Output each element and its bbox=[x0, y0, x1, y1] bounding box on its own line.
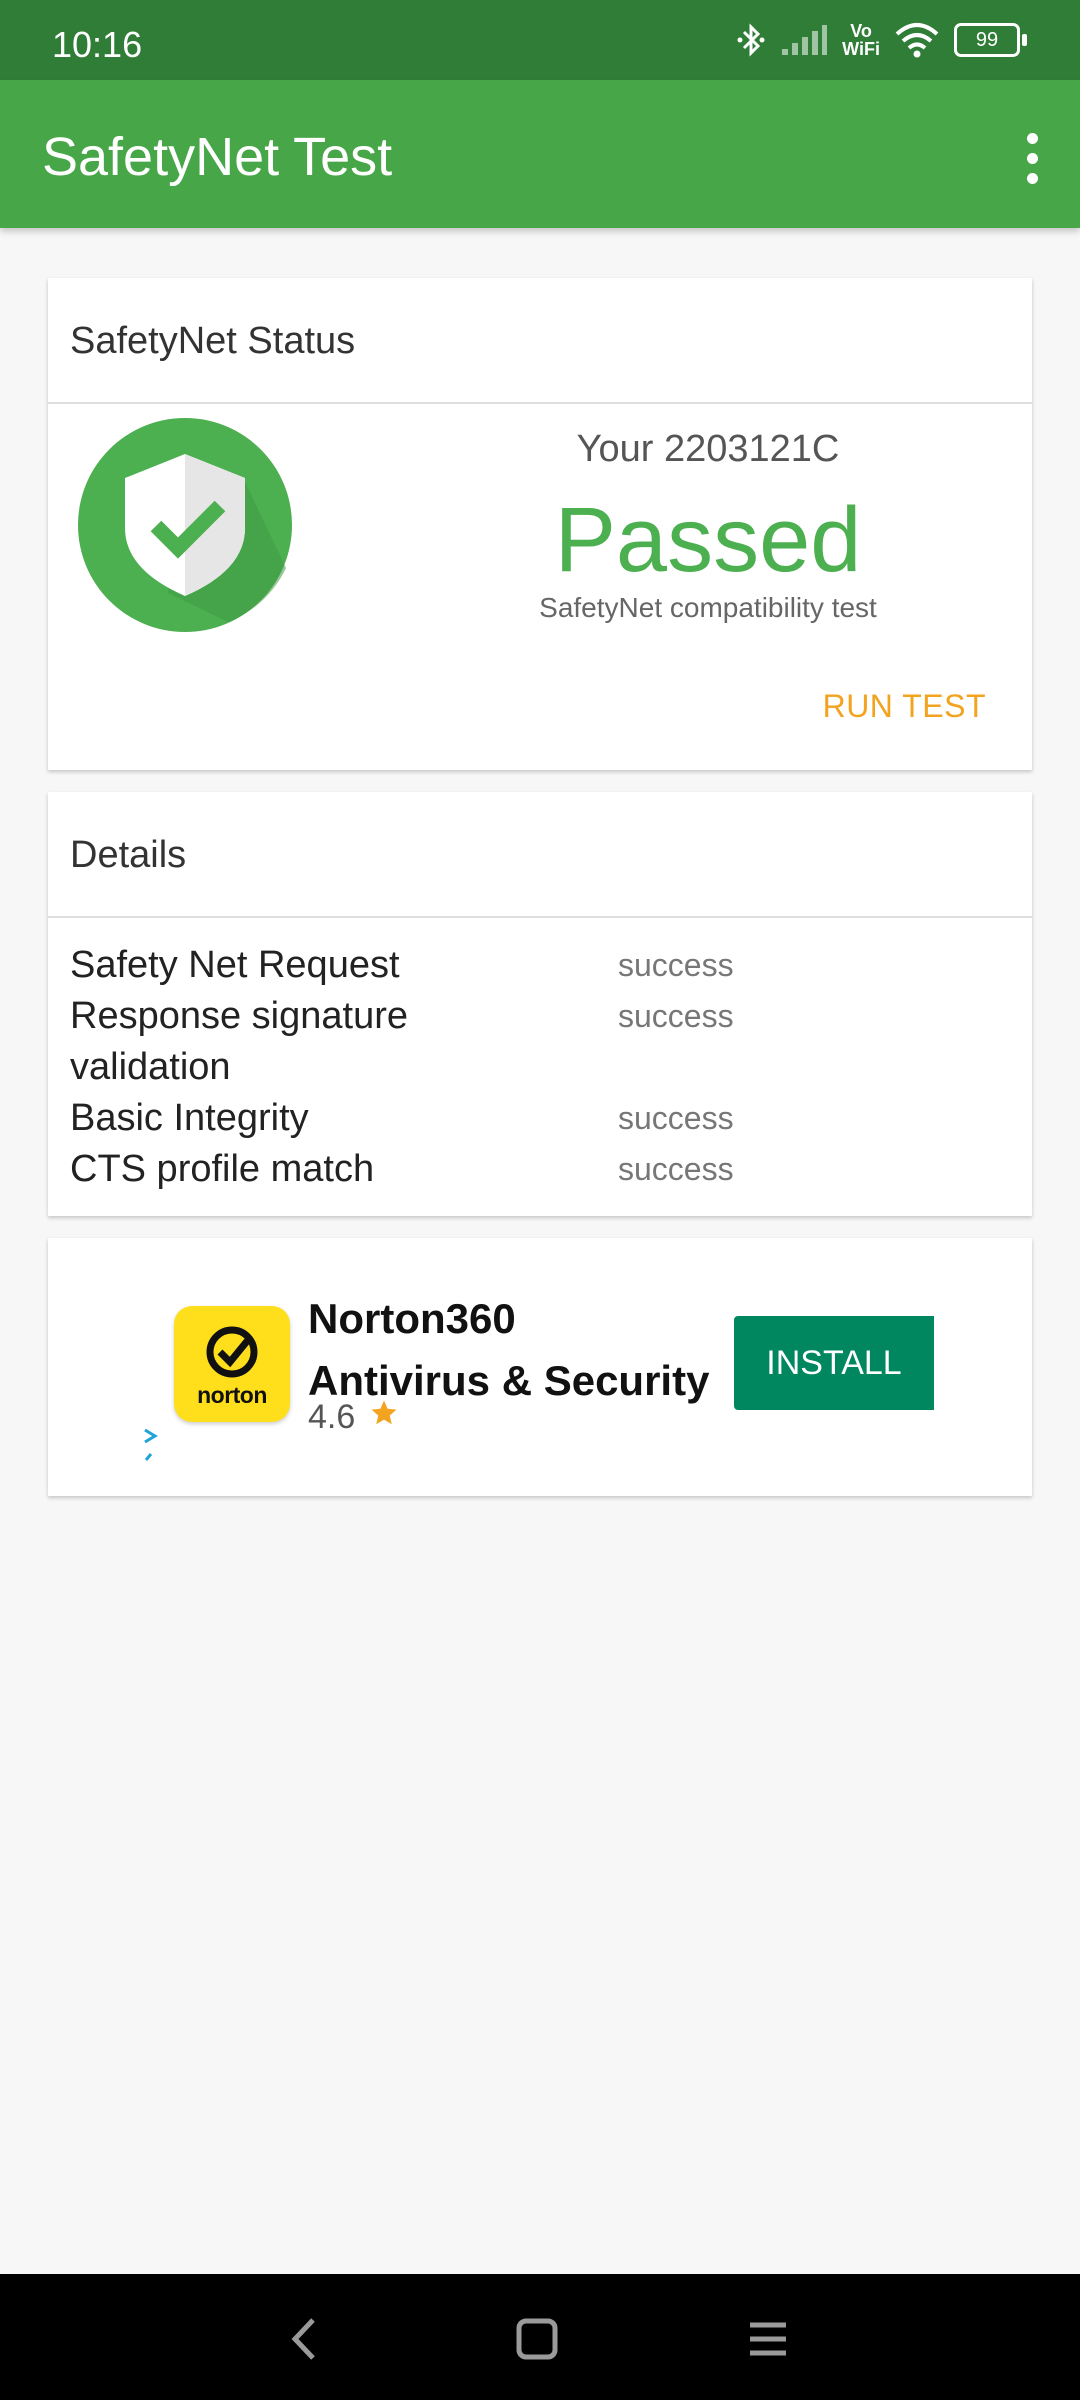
detail-row: Safety Net Request success bbox=[48, 940, 1032, 991]
wifi-icon bbox=[894, 22, 940, 58]
battery-icon: 99 bbox=[954, 23, 1027, 57]
vowifi-top-text: Vo bbox=[850, 21, 872, 41]
recents-icon[interactable] bbox=[733, 2304, 803, 2374]
run-test-button[interactable]: RUN TEST bbox=[823, 688, 986, 725]
detail-value: success bbox=[618, 1151, 734, 1187]
status-card: SafetyNet Status Your 2203121C Passed Sa… bbox=[48, 278, 1032, 770]
adchoices-icon[interactable] bbox=[142, 1424, 160, 1469]
device-model: 2203121C bbox=[663, 428, 840, 470]
details-list: Safety Net Request success Response sign… bbox=[48, 918, 1032, 1195]
install-button[interactable]: INSTALL bbox=[734, 1316, 934, 1410]
detail-label: Basic Integrity bbox=[70, 1097, 309, 1139]
navigation-bar bbox=[0, 2274, 1080, 2400]
status-icons: Vo WiFi 99 bbox=[736, 22, 1027, 58]
ad-app-name[interactable]: Norton360 Antivirus & Security bbox=[308, 1288, 709, 1412]
detail-row: CTS profile match success bbox=[48, 1144, 1032, 1195]
ad-rating-value: 4.6 bbox=[308, 1398, 356, 1436]
norton-app-icon[interactable]: norton bbox=[174, 1306, 290, 1422]
device-prefix: Your bbox=[576, 428, 654, 470]
ad-card[interactable]: norton Norton360 Antivirus & Security 4.… bbox=[48, 1238, 1032, 1496]
bluetooth-icon bbox=[736, 22, 766, 58]
shield-check-icon bbox=[78, 418, 292, 632]
detail-value: success bbox=[618, 998, 734, 1034]
app-bar: SafetyNet Test bbox=[0, 80, 1080, 228]
vowifi-icon: Vo WiFi bbox=[842, 22, 880, 58]
result-subtitle: SafetyNet compatibility test bbox=[539, 592, 877, 623]
details-card: Details Safety Net Request success Respo… bbox=[48, 792, 1032, 1216]
detail-row: Basic Integrity success bbox=[48, 1093, 1032, 1144]
detail-label: Safety Net Request bbox=[70, 944, 400, 986]
status-card-header: SafetyNet Status bbox=[48, 278, 1032, 404]
home-icon[interactable] bbox=[502, 2304, 572, 2374]
detail-row: Response signature validation success bbox=[48, 991, 1032, 1093]
device-line: Your 2203121C bbox=[568, 428, 848, 471]
back-icon[interactable] bbox=[270, 2304, 340, 2374]
ad-app-name-line1: Norton360 bbox=[308, 1295, 516, 1342]
detail-label: Response signature validation bbox=[70, 995, 408, 1088]
star-icon bbox=[369, 1398, 399, 1437]
detail-value: success bbox=[618, 947, 734, 983]
details-card-header: Details bbox=[48, 792, 1032, 918]
more-vert-icon[interactable] bbox=[1002, 118, 1062, 198]
detail-value: success bbox=[618, 1100, 734, 1136]
result-text: Passed bbox=[554, 489, 862, 591]
vowifi-bottom-text: WiFi bbox=[842, 39, 880, 59]
detail-label: CTS profile match bbox=[70, 1148, 375, 1190]
app-title: SafetyNet Test bbox=[42, 127, 393, 187]
status-time: 10:16 bbox=[52, 24, 143, 65]
ad-rating: 4.6 bbox=[308, 1398, 399, 1437]
norton-icon-text: norton bbox=[197, 1382, 267, 1408]
status-bar: 10:16 Vo WiFi 99 bbox=[0, 0, 1080, 80]
signal-icon bbox=[780, 23, 828, 57]
